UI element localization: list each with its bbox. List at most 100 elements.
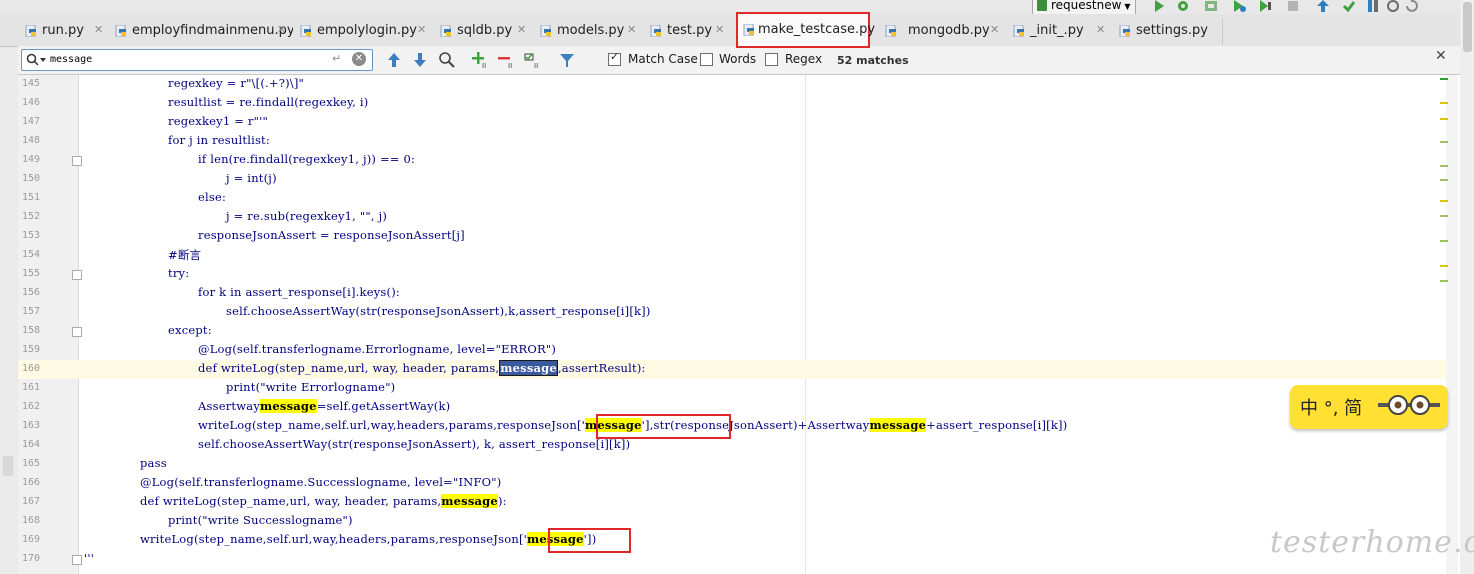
enter-icon: ↵	[332, 52, 342, 65]
tab-models-py[interactable]: models.py ✕	[533, 18, 644, 45]
close-icon[interactable]: ✕	[990, 23, 999, 36]
code-line[interactable]: 157 self.chooseAssertWay(str(responseJson…	[18, 303, 1446, 322]
python-config-icon	[1037, 0, 1047, 11]
code-line[interactable]: 169 writeLog(step_name,self.url,way,heade…	[18, 531, 1446, 550]
tab-mongodb-py[interactable]: mongodb.py ✕	[878, 18, 1007, 45]
revert-icon[interactable]	[1404, 0, 1418, 12]
stop-icon[interactable]	[1286, 0, 1300, 12]
code-line[interactable]: 166 @Log(self.transferlogname.Successlogn…	[18, 474, 1446, 493]
code-line[interactable]: 158 except:	[18, 322, 1446, 341]
code-line[interactable]: 164 self.chooseAssertWay(str(responseJson…	[18, 436, 1446, 455]
regex-checkbox[interactable]	[765, 53, 778, 66]
code-line[interactable]: 167 def writeLog(step_name,url, way, head…	[18, 493, 1446, 512]
find-all-icon[interactable]	[438, 51, 456, 69]
fold-marker-icon[interactable]	[72, 156, 82, 166]
code-line[interactable]: 150 j = int(j)	[18, 170, 1446, 189]
add-occurrence-icon[interactable]: II	[470, 51, 488, 69]
code-line[interactable]: 155 try:	[18, 265, 1446, 284]
code-line[interactable]: 159 @Log(self.transferlogname.Errorlognam…	[18, 341, 1446, 360]
code-line[interactable]: 151 else:	[18, 189, 1446, 208]
tab-employfindmainmenu-py[interactable]: employfindmainmenu.py ✕	[108, 18, 295, 45]
code-line[interactable]: 160 def writeLog(step_name,url, way, head…	[18, 360, 1446, 379]
close-icon[interactable]: ✕	[715, 23, 724, 36]
words-checkbox[interactable]	[700, 53, 713, 66]
code-line[interactable]: 146 resultlist = re.findall(regexkey, i)	[18, 94, 1446, 113]
run-with-options-icon[interactable]	[1258, 0, 1272, 12]
scroll-marker	[1440, 280, 1448, 282]
search-history-icon[interactable]	[26, 53, 48, 67]
code-line[interactable]: 156 for k in assert_response[i].keys():	[18, 284, 1446, 303]
code-text: print("write Errorlogname")	[226, 380, 395, 394]
line-number: 166	[21, 477, 40, 488]
find-bar: ↵ ✕ II II II ✓ Match Case Words Regex 52…	[18, 46, 1474, 75]
code-editor[interactable]: 145 regexkey = r"\[(.+?)\]" 146 resultlist …	[18, 75, 1446, 574]
close-icon[interactable]: ✕	[417, 23, 426, 36]
previous-occurrence-icon[interactable]	[385, 51, 403, 69]
code-segment: regexkey1 = r"'"	[168, 114, 268, 128]
code-line[interactable]: 153 responseJsonAssert = responseJsonAsse…	[18, 227, 1446, 246]
vcs-history-icon[interactable]	[1386, 0, 1400, 12]
python-file-icon	[115, 25, 126, 37]
code-line[interactable]: 147 regexkey1 = r"'"	[18, 113, 1446, 132]
line-number: 146	[21, 97, 40, 108]
vcs-compare-icon[interactable]	[1366, 0, 1380, 12]
filter-icon[interactable]	[558, 51, 576, 69]
next-occurrence-icon[interactable]	[411, 51, 429, 69]
line-number: 165	[21, 458, 40, 469]
code-text: def writeLog(step_name,url, way, header,…	[140, 494, 507, 508]
code-line[interactable]: 168 print("write Successlogname")	[18, 512, 1446, 531]
code-segment: def writeLog(step_name,url, way, header,…	[198, 361, 500, 375]
search-input[interactable]	[50, 51, 330, 67]
close-icon[interactable]: ✕	[94, 23, 103, 36]
code-line[interactable]: 154 #断言	[18, 246, 1446, 265]
tab-run-py[interactable]: run.py ✕	[18, 18, 109, 45]
close-icon[interactable]: ✕	[1096, 23, 1105, 36]
scrollbar-thumb[interactable]	[1463, 2, 1472, 52]
close-icon[interactable]: ✕	[517, 23, 526, 36]
match-case-checkbox[interactable]: ✓	[608, 50, 621, 66]
ime-mascot-eyes-icon	[1378, 395, 1440, 415]
tab-empolylogin-py[interactable]: empolylogin.py ✕	[293, 18, 434, 45]
profile-icon[interactable]	[1232, 0, 1246, 12]
tab-settings-py[interactable]: settings.py	[1112, 18, 1223, 45]
line-number: 151	[21, 192, 40, 203]
code-line[interactable]: 145 regexkey = r"\[(.+?)\]"	[18, 75, 1446, 94]
structure-tab-marker[interactable]	[3, 456, 13, 476]
remove-occurrence-icon[interactable]: II	[496, 51, 514, 69]
vcs-update-icon[interactable]	[1316, 0, 1330, 12]
code-line[interactable]: 170 '''	[18, 550, 1446, 569]
fold-marker-icon[interactable]	[72, 555, 82, 565]
code-line[interactable]: 162 Assertwaymessage=self.getAssertWay(k)	[18, 398, 1446, 417]
vertical-scrollbar[interactable]	[1460, 0, 1474, 574]
code-text: self.chooseAssertWay(str(responseJsonAss…	[198, 437, 630, 451]
fold-marker-icon[interactable]	[72, 327, 82, 337]
debug-icon[interactable]	[1176, 0, 1190, 12]
close-icon[interactable]: ✕	[627, 23, 636, 36]
run-icon[interactable]	[1152, 0, 1166, 12]
close-find-bar-button[interactable]: ✕	[1435, 48, 1447, 64]
code-line[interactable]: 163 writeLog(step_name,self.url,way,heade…	[18, 417, 1446, 436]
tab-init-py[interactable]: _init_.py ✕	[1006, 18, 1113, 45]
tab-sqldb-py[interactable]: sqldb.py ✕	[433, 18, 534, 45]
editor-tab-bar: run.py ✕ employfindmainmenu.py ✕ empolyl…	[0, 12, 1474, 48]
tab-test-py[interactable]: test.py ✕	[643, 18, 737, 45]
code-text: @Log(self.transferlogname.Successlogname…	[140, 475, 501, 489]
run-configuration-selector[interactable]: requestnew ▼	[1032, 0, 1136, 15]
code-line[interactable]: 149 if len(re.findall(regexkey1, j)) == 0…	[18, 151, 1446, 170]
ime-toolbar[interactable]: 中 °, 简	[1290, 385, 1448, 429]
select-all-occurrences-icon[interactable]: II	[523, 51, 541, 69]
code-segment: for k in assert_response[i].keys():	[198, 285, 400, 299]
run-config-label: requestnew	[1051, 0, 1122, 12]
close-icon[interactable]: ✕	[277, 23, 286, 36]
code-segment: responseJsonAssert = responseJsonAssert[…	[198, 228, 465, 242]
clear-search-button[interactable]: ✕	[352, 52, 366, 66]
code-line[interactable]: 148 for j in resultlist:	[18, 132, 1446, 151]
code-line[interactable]: 165 pass	[18, 455, 1446, 474]
coverage-icon[interactable]	[1204, 0, 1218, 12]
fold-marker-icon[interactable]	[72, 270, 82, 280]
code-line[interactable]: 152 j = re.sub(regexkey1, "", j)	[18, 208, 1446, 227]
code-line[interactable]: 161 print("write Errorlogname")	[18, 379, 1446, 398]
tab-make-testcase-py[interactable]: make_testcase.py	[736, 12, 875, 48]
python-file-icon	[25, 25, 36, 37]
vcs-commit-icon[interactable]	[1342, 0, 1356, 12]
